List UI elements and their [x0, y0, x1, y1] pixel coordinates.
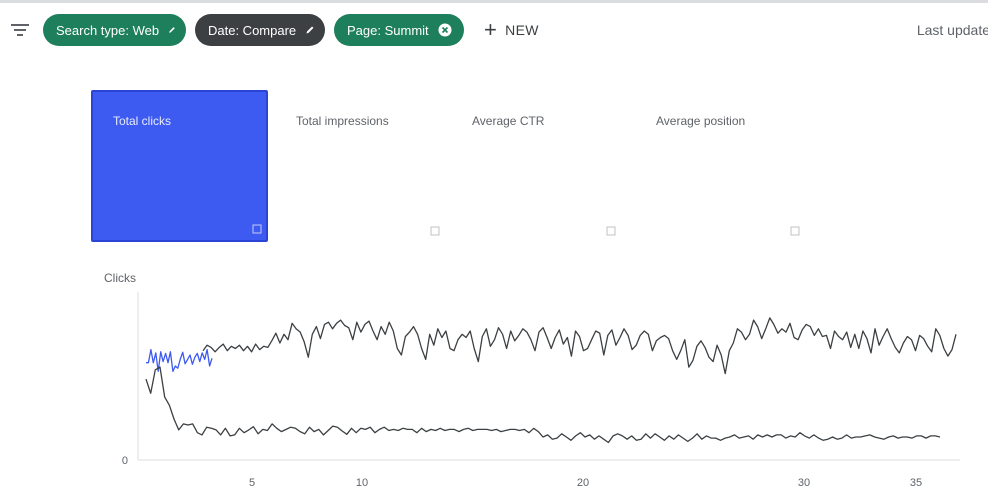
chip-search-type[interactable]: Search type: Web	[43, 14, 186, 46]
metric-card-average-ctr[interactable]: Average CTR	[450, 90, 620, 242]
chip-page[interactable]: Page: Summit	[334, 14, 464, 46]
x-tick-label: 35	[910, 477, 922, 489]
filter-icon[interactable]	[10, 22, 30, 38]
chip-date[interactable]: Date: Compare	[195, 14, 325, 46]
y-axis-title: Clicks	[104, 271, 136, 285]
y-tick-label: 0	[122, 455, 128, 467]
metric-card-average-position[interactable]: Average position	[634, 90, 804, 242]
chip-date-label: Date: Compare	[208, 22, 297, 38]
chip-search-type-label: Search type: Web	[56, 22, 160, 38]
filter-toolbar: Search type: Web Date: Compare Page: Sum…	[0, 14, 988, 46]
top-divider	[0, 0, 988, 3]
chip-page-label: Page: Summit	[347, 22, 429, 38]
x-tick-label: 5	[249, 477, 255, 489]
checkbox-icon[interactable]	[252, 224, 262, 234]
last-update-text: Last update	[916, 22, 988, 38]
checkbox-icon[interactable]	[790, 226, 800, 236]
metric-card-total-impressions[interactable]: Total impressions	[274, 90, 444, 242]
checkbox-icon[interactable]	[430, 226, 440, 236]
metric-label: Average position	[656, 114, 746, 128]
new-filter-label: NEW	[505, 22, 539, 38]
pencil-icon[interactable]	[305, 23, 315, 37]
metric-label: Total impressions	[296, 114, 389, 128]
new-filter-button[interactable]: + NEW	[484, 19, 539, 41]
close-circle-icon[interactable]	[438, 23, 452, 37]
metric-card-total-clicks[interactable]: Total clicks	[91, 90, 268, 242]
x-tick-label: 20	[577, 477, 589, 489]
plus-icon: +	[484, 17, 498, 42]
y-axis	[137, 292, 960, 461]
metric-label: Average CTR	[472, 114, 545, 128]
clicks-line-chart: 0 5 10 20 30 35	[122, 292, 960, 489]
metric-label: Total clicks	[113, 114, 172, 128]
series-line-2	[202, 317, 957, 375]
pencil-icon[interactable]	[168, 23, 176, 37]
series-line-1	[145, 366, 941, 444]
series-line-0	[146, 348, 213, 373]
x-tick-label: 10	[356, 477, 368, 489]
x-tick-label: 30	[798, 477, 810, 489]
checkbox-icon[interactable]	[606, 226, 616, 236]
